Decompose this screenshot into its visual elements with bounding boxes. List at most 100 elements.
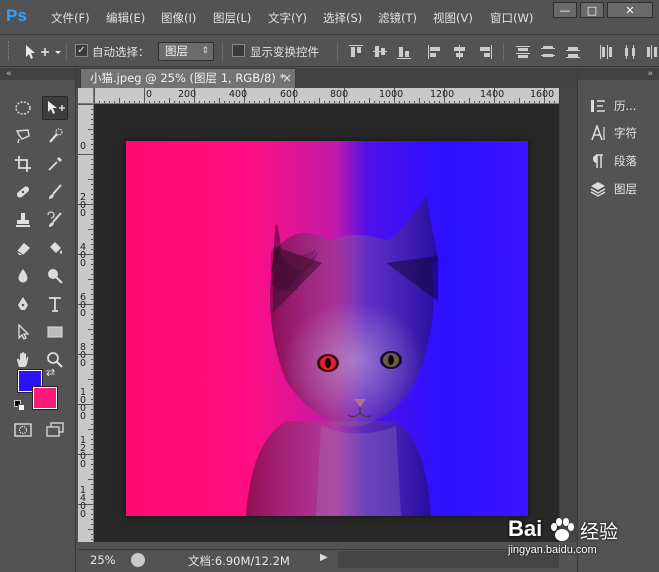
close-button[interactable]: ✕	[607, 2, 653, 18]
dropdown-arrows-icon: ⇕	[201, 46, 209, 56]
menu-view[interactable]: 视图(V)	[433, 10, 473, 26]
options-bar-grip	[8, 41, 11, 61]
panel-character[interactable]: 字符	[590, 122, 637, 144]
panel-paragraph[interactable]: 段落	[590, 150, 637, 172]
ruler-v-label: 1 4 0 0	[80, 485, 87, 520]
menu-type[interactable]: 文字(Y)	[268, 10, 307, 26]
auto-select-target-dropdown[interactable]: 图层 ⇕	[158, 42, 214, 61]
horizontal-ruler[interactable]: 0 200 400 600 800 1000 1200 1400 1600	[94, 88, 559, 104]
eyedropper-tool[interactable]	[42, 152, 68, 176]
pen-tool[interactable]	[10, 292, 36, 316]
eraser-icon	[16, 243, 30, 256]
screen-mode-icon	[46, 422, 64, 437]
zoom-level[interactable]: 25%	[90, 553, 116, 567]
paragraph-icon	[590, 153, 606, 169]
marquee-tool[interactable]	[10, 96, 36, 120]
distribute-hcenter-icon[interactable]	[622, 44, 638, 60]
panel-history[interactable]: 历...	[590, 95, 636, 117]
quick-mask-icon	[14, 423, 32, 437]
minimize-button[interactable]: —	[553, 2, 577, 18]
path-selection-icon	[18, 323, 30, 340]
image-canvas[interactable]	[126, 141, 528, 516]
distribute-left-icon[interactable]	[598, 44, 614, 60]
panel-layers[interactable]: 图层	[590, 178, 637, 200]
menu-edit[interactable]: 编辑(E)	[106, 10, 145, 26]
eyedropper-icon	[48, 157, 62, 171]
swap-colors-icon[interactable]: ⇄	[46, 366, 55, 379]
eraser-tool[interactable]	[10, 236, 36, 260]
maximize-button[interactable]: □	[580, 2, 604, 18]
brush-tool[interactable]	[42, 180, 68, 204]
menu-file[interactable]: 文件(F)	[51, 10, 90, 26]
path-selection-tool[interactable]	[10, 320, 36, 344]
vertical-scrollbar[interactable]	[559, 88, 577, 542]
ruler-h-label: 1600	[530, 89, 555, 100]
menu-layer[interactable]: 图层(L)	[213, 10, 251, 26]
history-brush-icon	[47, 211, 62, 227]
separator	[222, 43, 223, 61]
rectangle-tool[interactable]	[42, 320, 68, 344]
ruler-origin[interactable]	[78, 88, 94, 104]
status-info-icon[interactable]	[131, 553, 145, 567]
hand-tool[interactable]	[10, 348, 36, 372]
screen-mode-button[interactable]	[42, 418, 68, 442]
bandage-icon	[16, 186, 30, 198]
baidu-jingyan-watermark: Bai 经验	[508, 514, 628, 546]
close-tab-icon[interactable]: ×	[282, 71, 292, 85]
align-left-icon[interactable]	[427, 44, 443, 60]
quick-selection-icon	[49, 128, 63, 143]
elliptical-marquee-icon	[15, 101, 31, 115]
type-tool[interactable]	[42, 292, 68, 316]
dodge-tool[interactable]	[42, 264, 68, 288]
distribute-top-icon[interactable]	[515, 44, 531, 60]
tools-panel: « ⇄	[0, 68, 76, 572]
default-colors-icon[interactable]	[14, 400, 26, 412]
align-top-icon[interactable]	[348, 44, 364, 60]
ruler-v-label: 8 0 0	[80, 342, 87, 369]
ruler-v-label: 0	[80, 141, 87, 152]
stamp-icon	[16, 213, 30, 227]
distribute-right-icon[interactable]	[646, 44, 659, 60]
rectangle-shape-icon	[47, 326, 63, 338]
menu-select[interactable]: 选择(S)	[323, 10, 362, 26]
move-tool-icon	[48, 101, 65, 114]
menu-filter[interactable]: 滤镜(T)	[378, 10, 417, 26]
clone-stamp-tool[interactable]	[10, 208, 36, 232]
watermark-url: jingyan.baidu.com	[508, 544, 597, 556]
tools-panel-grip[interactable]: «	[0, 68, 75, 80]
auto-select-label: 自动选择：	[92, 45, 150, 59]
panel-character-label: 字符	[614, 126, 637, 140]
align-right-icon[interactable]	[477, 44, 493, 60]
tool-preset-picker[interactable]	[22, 43, 62, 61]
auto-select-target-value: 图层	[165, 44, 188, 58]
distribute-vcenter-icon[interactable]	[540, 44, 556, 60]
show-transform-checkbox[interactable]	[232, 44, 245, 57]
document-tab[interactable]: 小猫.jpeg @ 25% (图层 1, RGB/8) *	[80, 68, 296, 88]
vertical-ruler[interactable]: 0 2 0 0 4 0 0 6 0 0 8 0 0 1 0 0 0 1 2 0 …	[78, 104, 94, 542]
healing-brush-tool[interactable]	[10, 180, 36, 204]
align-bottom-icon[interactable]	[396, 44, 412, 60]
character-icon	[590, 125, 606, 141]
distribute-bottom-icon[interactable]	[565, 44, 581, 60]
quick-selection-tool[interactable]	[42, 124, 68, 148]
polygonal-lasso-icon	[15, 129, 30, 144]
background-color-swatch[interactable]	[32, 386, 58, 410]
history-brush-tool[interactable]	[42, 208, 68, 232]
auto-select-checkbox[interactable]: ✓	[75, 44, 88, 57]
align-hcenter-icon[interactable]	[452, 44, 468, 60]
layers-icon	[590, 181, 606, 197]
dock-grip[interactable]: »	[578, 68, 659, 80]
lasso-tool[interactable]	[10, 124, 36, 148]
crop-tool[interactable]	[10, 152, 36, 176]
ruler-h-label: 1000	[379, 89, 404, 100]
type-icon	[49, 297, 61, 312]
menu-window[interactable]: 窗口(W)	[490, 10, 533, 26]
ruler-h-label: 1200	[430, 89, 455, 100]
blur-tool[interactable]	[10, 264, 36, 288]
paint-bucket-tool[interactable]	[42, 236, 68, 260]
align-vcenter-icon[interactable]	[372, 44, 388, 60]
move-tool[interactable]	[42, 96, 68, 120]
menu-image[interactable]: 图像(I)	[161, 10, 196, 26]
status-menu-arrow-icon[interactable]: ▶	[320, 552, 334, 566]
quick-mask-button[interactable]	[10, 418, 36, 442]
